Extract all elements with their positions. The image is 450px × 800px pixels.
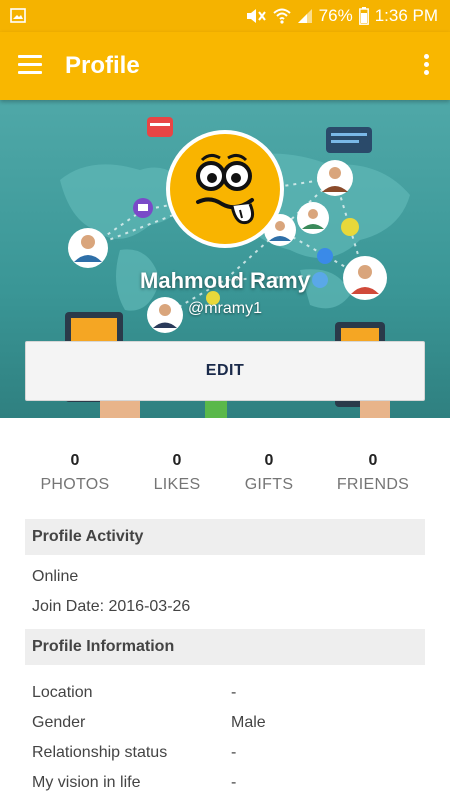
info-label-relationship: Relationship status (32, 744, 168, 761)
profile-name: Mahmoud Ramy (140, 268, 310, 293)
clock: 1:36 PM (374, 6, 438, 25)
join-date: Join Date: 2016-03-26 (32, 598, 191, 615)
info-label-gender: Gender (32, 714, 86, 731)
page-title: Profile (65, 52, 140, 79)
section-header-information: Profile Information (25, 629, 425, 665)
battery-percent: 76% (318, 6, 353, 25)
online-status: Online (32, 568, 79, 585)
info-label-vision: My vision in life (32, 774, 141, 791)
stat-label: GIFTS (244, 476, 294, 493)
more-vert-icon[interactable] (422, 54, 430, 78)
tongue-out-face-icon (170, 134, 280, 244)
stat-gifts[interactable]: 0 GIFTS (214, 452, 324, 494)
signal-icon (297, 9, 312, 23)
app-bar: Profile (0, 32, 450, 100)
info-value-gender: Male (231, 714, 266, 731)
stat-count: 0 (368, 452, 378, 469)
stats-bar: 0 PHOTOS 0 LIKES 0 GIFTS 0 FRIENDS (0, 452, 450, 502)
stat-label: FRIENDS (336, 476, 410, 493)
profile-handle: @mramy1 (187, 300, 263, 317)
wifi-icon (272, 8, 291, 24)
info-value-vision: - (231, 774, 237, 791)
image-icon (10, 8, 26, 23)
hamburger-menu-icon[interactable] (18, 55, 42, 75)
edit-button[interactable]: EDIT (25, 341, 425, 401)
battery-icon (358, 7, 369, 25)
stat-friends[interactable]: 0 FRIENDS (318, 452, 428, 494)
status-bar: 76% 1:36 PM (0, 0, 450, 32)
info-value-location: - (231, 684, 237, 701)
stat-label: PHOTOS (40, 476, 110, 493)
avatar[interactable] (166, 130, 284, 248)
stat-count: 0 (70, 452, 80, 469)
mute-icon (246, 9, 266, 23)
section-header-activity: Profile Activity (25, 519, 425, 555)
info-label-location: Location (32, 684, 93, 701)
stat-count: 0 (264, 452, 274, 469)
info-value-relationship: - (231, 744, 237, 761)
stat-photos[interactable]: 0 PHOTOS (20, 452, 130, 494)
